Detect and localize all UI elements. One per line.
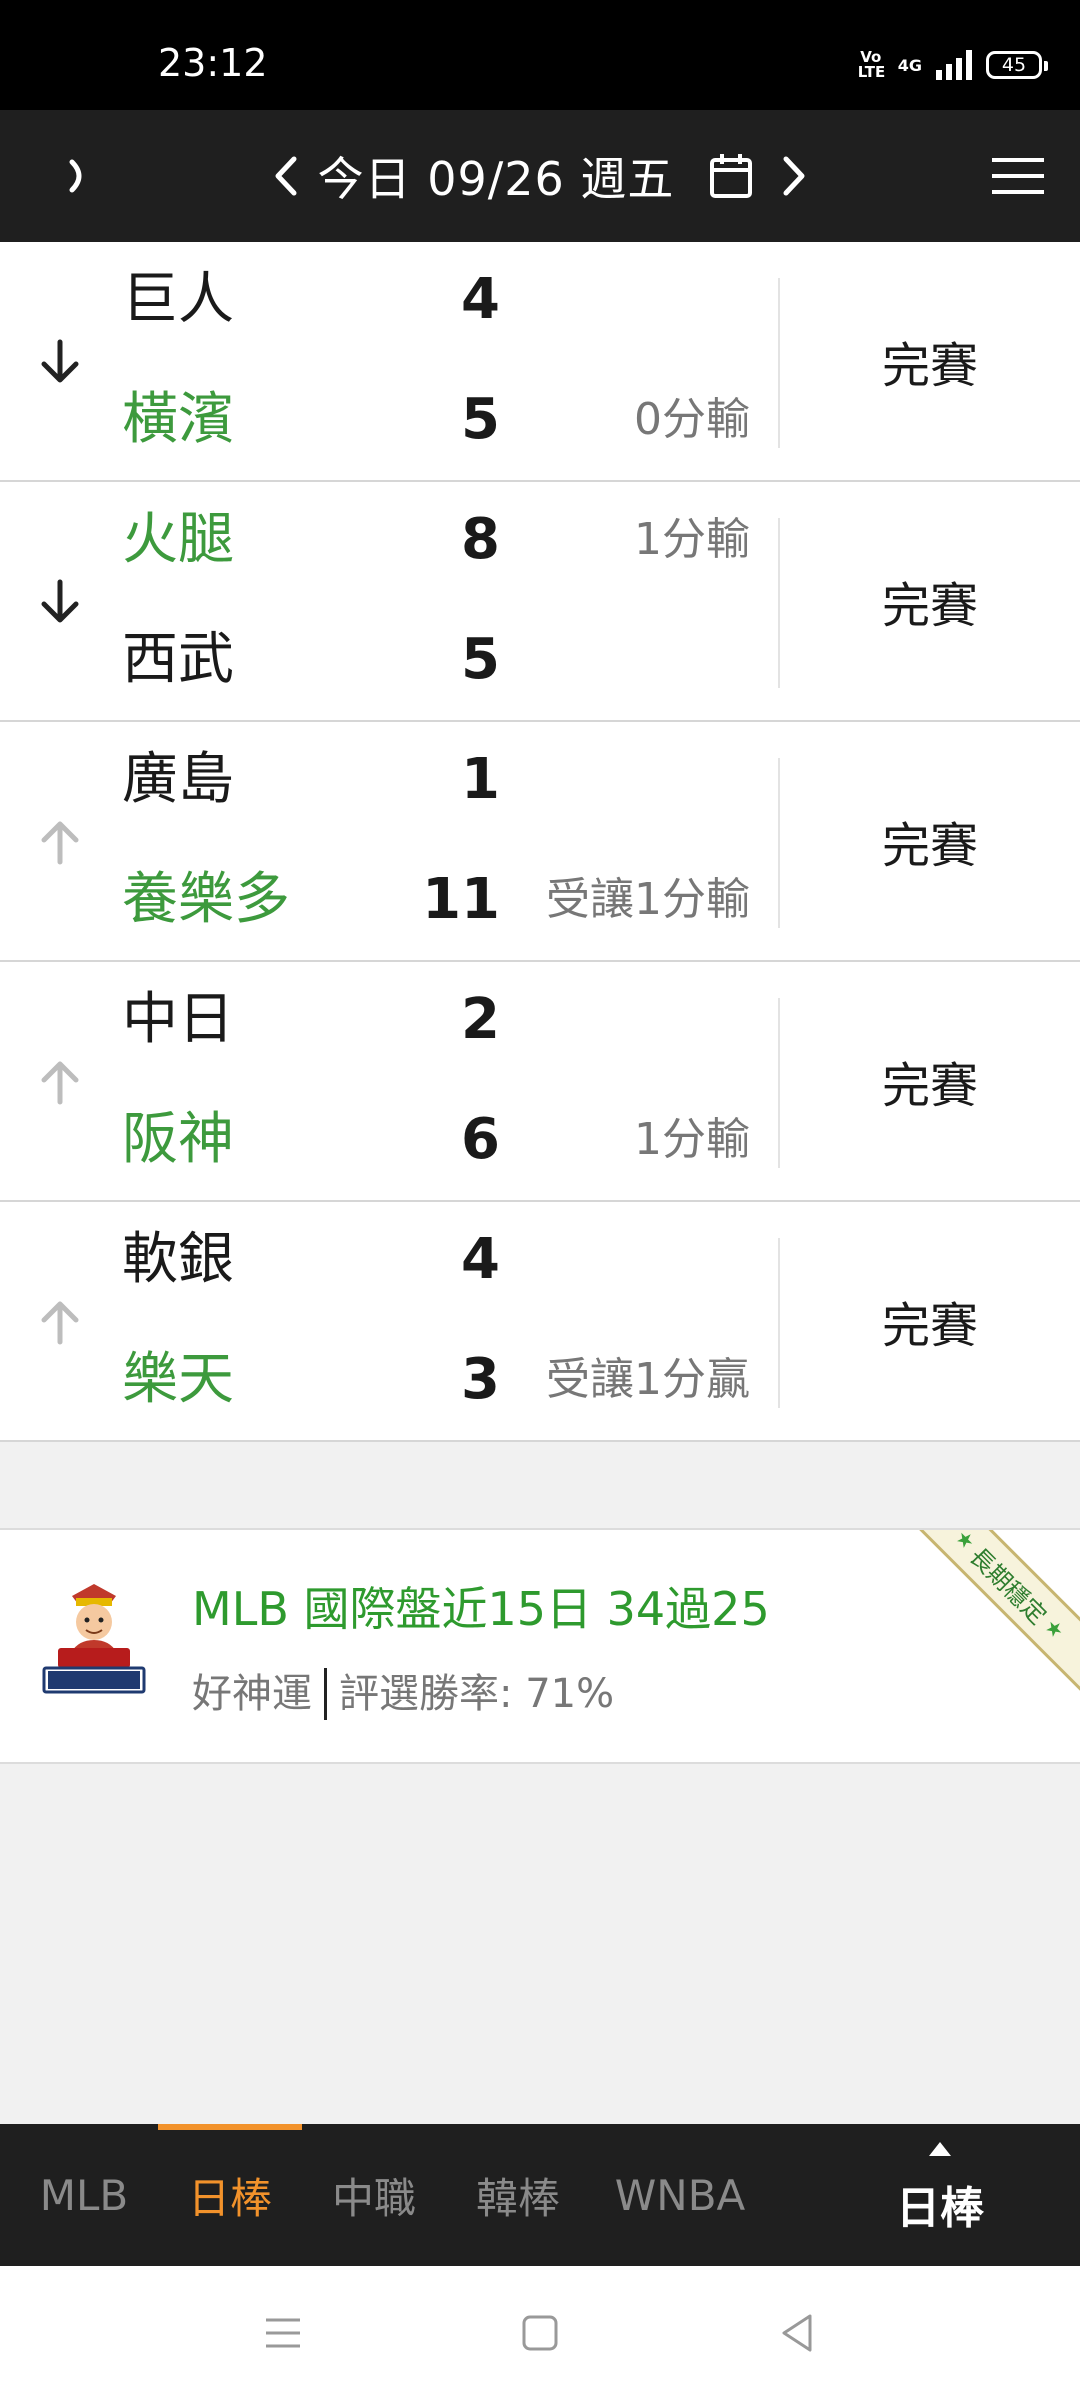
stability-ribbon: ★ 長期穩定 ★ [899, 1530, 1080, 1695]
trend-up-icon [41, 1301, 79, 1345]
network-type: 4G [897, 55, 922, 75]
home-team: 橫濱 [122, 387, 234, 452]
trend-down-icon [41, 339, 79, 383]
separator [324, 1668, 327, 1720]
calendar-icon[interactable] [708, 152, 754, 200]
game-row[interactable]: 中日 2 阪神 6 1分輸 完賽 [0, 962, 1080, 1202]
home-team: 西武 [122, 627, 234, 692]
game-list: 巨人 4 橫濱 5 0分輸 完賽 火腿 8 1分輸 西武 5 完賽 廣島 1 養… [0, 242, 1080, 1442]
game-row[interactable]: 火腿 8 1分輸 西武 5 完賽 [0, 482, 1080, 722]
home-score: 3 [461, 1347, 500, 1412]
away-score: 4 [461, 267, 500, 332]
away-team: 火腿 [122, 507, 234, 572]
away-score: 2 [461, 987, 500, 1052]
hamburger-menu-icon[interactable] [990, 154, 1046, 198]
star-icon: ★ [1039, 1613, 1070, 1644]
tab-kbo[interactable]: 韓棒 [446, 2124, 590, 2266]
home-score: 11 [422, 867, 500, 932]
game-status: 完賽 [881, 338, 978, 394]
away-team: 中日 [122, 987, 234, 1052]
ribbon-label: 長期穩定 [964, 1541, 1053, 1630]
home-team: 樂天 [122, 1347, 234, 1412]
away-score: 8 [461, 507, 500, 572]
away-team: 巨人 [122, 267, 234, 332]
tab-cpbl[interactable]: 中職 [302, 2124, 446, 2266]
tab-label: 中職 [331, 2173, 416, 2223]
away-team: 軟銀 [122, 1227, 234, 1292]
volte-icon: Vo LTE [857, 48, 886, 81]
game-row[interactable]: 巨人 4 橫濱 5 0分輸 完賽 [0, 242, 1080, 482]
game-status: 完賽 [881, 818, 978, 874]
next-day-icon[interactable] [776, 151, 812, 201]
app-header: 今日 09/26 週五 [0, 110, 1080, 242]
battery-icon: 45 [986, 51, 1048, 79]
date-label[interactable]: 今日 09/26 週五 [318, 143, 675, 209]
status-time: 23:12 [158, 41, 268, 85]
game-status: 完賽 [881, 1058, 978, 1114]
trend-up-icon [41, 1061, 79, 1105]
trend-up-icon [41, 821, 79, 865]
away-score: 4 [461, 1227, 500, 1292]
away-team: 廣島 [122, 747, 234, 812]
tab-label: 韓棒 [475, 2173, 560, 2223]
game-row[interactable]: 軟銀 4 樂天 3 受讓1分贏 完賽 [0, 1202, 1080, 1442]
banner-title: MLB 國際盤近15日 34過25 [192, 1582, 770, 1636]
home-score: 5 [461, 387, 500, 452]
game-row[interactable]: 廣島 1 養樂多 11 受讓1分輸 完賽 [0, 722, 1080, 962]
tab-wnba[interactable]: WNBA [600, 2124, 760, 2266]
tab-mlb[interactable]: MLB [14, 2124, 154, 2266]
home-score: 5 [461, 627, 500, 692]
status-icons: Vo LTE 4G 45 [857, 48, 1048, 81]
game-status: 完賽 [881, 578, 978, 634]
active-tab-indicator [158, 2124, 302, 2130]
tab-label: MLB [39, 2170, 129, 2220]
tab-npb[interactable]: 日棒 [158, 2124, 302, 2266]
expert-name: 好神運 [192, 1671, 312, 1717]
home-team: 養樂多 [122, 867, 290, 932]
prev-day-icon[interactable] [268, 151, 304, 201]
tab-label: WNBA [614, 2170, 746, 2220]
home-odds: 0分輸 [634, 394, 750, 445]
banner-subtitle: 好神運 評選勝率: 71% [192, 1668, 614, 1720]
current-league-label: 日棒 [896, 2183, 984, 2234]
oh-my-god-logo [42, 1584, 146, 1694]
home-team: 阪神 [122, 1107, 234, 1172]
home-icon[interactable] [515, 2308, 565, 2358]
signal-icon [936, 50, 972, 80]
away-odds: 1分輸 [634, 514, 750, 565]
league-tab-bar: MLB 日棒 中職 韓棒 WNBA 日棒 [0, 2124, 1080, 2266]
recent-apps-icon[interactable] [258, 2308, 308, 2358]
date-navigator: 今日 09/26 週五 [0, 110, 1080, 242]
win-rate: 評選勝率: 71% [339, 1671, 615, 1717]
home-odds: 1分輸 [634, 1114, 750, 1165]
away-score: 1 [461, 747, 500, 812]
home-odds: 受讓1分輸 [546, 874, 750, 925]
home-odds: 受讓1分贏 [546, 1354, 750, 1405]
tab-label: 日棒 [187, 2173, 272, 2223]
home-score: 6 [461, 1107, 500, 1172]
system-nav-bar [0, 2266, 1080, 2400]
expert-pick-banner[interactable]: MLB 國際盤近15日 34過25 好神運 評選勝率: 71% ★ 長期穩定 ★ [0, 1528, 1080, 1764]
status-bar: 23:12 Vo LTE 4G 45 [0, 0, 1080, 110]
game-status: 完賽 [881, 1298, 978, 1354]
back-icon[interactable] [772, 2308, 822, 2358]
trend-down-icon [41, 579, 79, 623]
expand-up-icon [929, 2142, 951, 2156]
league-switch-button[interactable]: 日棒 [850, 2142, 1030, 2252]
